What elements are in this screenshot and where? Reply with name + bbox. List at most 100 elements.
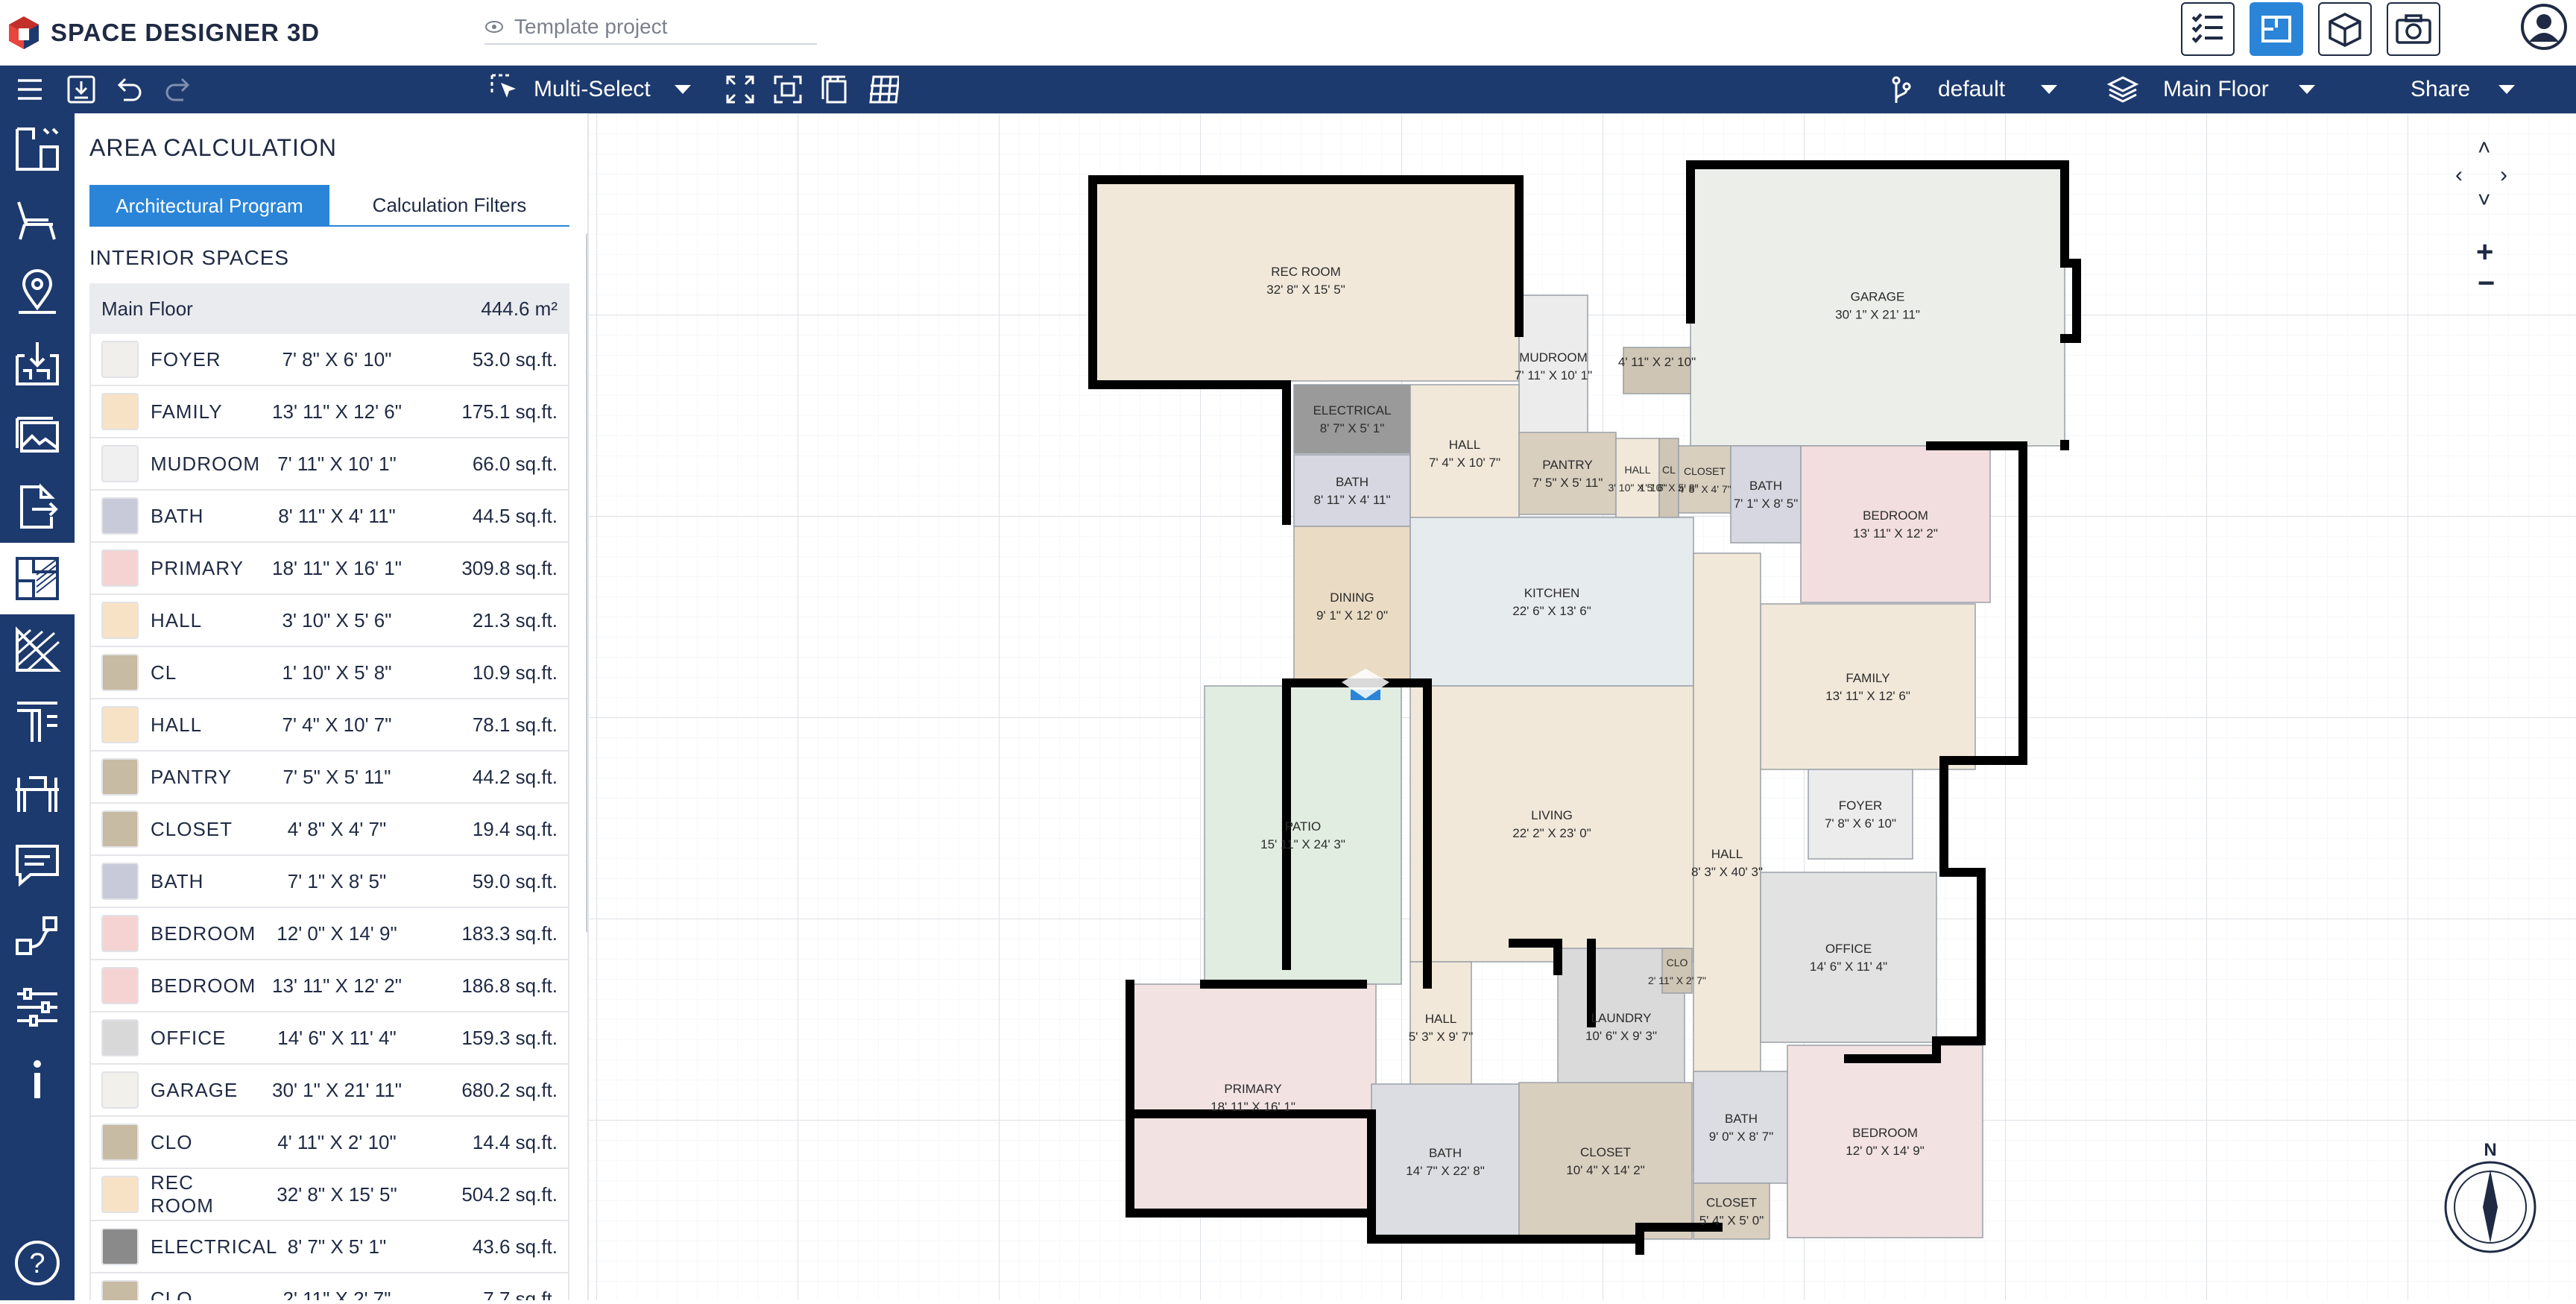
grid-toggle-button[interactable]	[868, 66, 899, 113]
rail-walls[interactable]	[0, 686, 75, 757]
room-color-swatch[interactable]	[101, 863, 139, 900]
room-row[interactable]: FAMILY 13' 11" X 12' 6" 175.1 sq.ft.	[89, 386, 569, 438]
pan-up-icon[interactable]: ˄	[2478, 136, 2491, 161]
app-logo[interactable]: SPACE DESIGNER 3D	[7, 13, 320, 52]
room-color-swatch[interactable]	[101, 1071, 139, 1109]
room-row[interactable]: BEDROOM 12' 0" X 14' 9" 183.3 sq.ft.	[89, 908, 569, 960]
rail-import[interactable]	[0, 328, 75, 400]
menu-button[interactable]	[15, 66, 45, 113]
plan-room[interactable]	[1787, 1045, 1983, 1238]
rail-floorplan[interactable]	[0, 113, 75, 185]
floorplan-drawing[interactable]: REC ROOM 32' 8" X 15' 5" GARAGE 30' 1" X 21…	[589, 113, 2576, 1300]
tab-calculation-filters[interactable]: Calculation Filters	[329, 185, 569, 227]
room-color-swatch[interactable]	[101, 445, 139, 482]
plan-room[interactable]	[1518, 294, 1588, 438]
snapshot-button[interactable]	[2387, 2, 2440, 56]
tab-architectural-program[interactable]: Architectural Program	[89, 185, 329, 227]
plan-room[interactable]	[1293, 454, 1411, 527]
room-row[interactable]: BATH 7' 1" X 8' 5" 59.0 sq.ft.	[89, 856, 569, 908]
plan-room[interactable]	[1760, 872, 1937, 1043]
floor-dropdown[interactable]: Main Floor	[2163, 66, 2315, 113]
plan-room[interactable]	[1693, 1071, 1790, 1184]
plan-room[interactable]	[1678, 445, 1731, 514]
plan-room[interactable]	[1800, 445, 1991, 603]
plan-room[interactable]	[1409, 384, 1520, 523]
checklist-button[interactable]	[2181, 2, 2235, 56]
rail-furniture[interactable]	[0, 185, 75, 256]
room-row[interactable]: GARAGE 30' 1" X 21' 11" 680.2 sq.ft.	[89, 1065, 569, 1117]
room-color-swatch[interactable]	[101, 1228, 139, 1265]
plan-room[interactable]	[1293, 526, 1411, 687]
rail-help[interactable]: ?	[0, 1227, 75, 1299]
room-color-swatch[interactable]	[101, 967, 139, 1004]
room-row[interactable]: MUDROOM 7' 11" X 10' 1" 66.0 sq.ft.	[89, 438, 569, 491]
pan-down-icon[interactable]: ˅	[2478, 188, 2491, 213]
room-color-swatch[interactable]	[101, 549, 139, 587]
room-row[interactable]: OFFICE 14' 6" X 11' 4" 159.3 sq.ft.	[89, 1012, 569, 1065]
plan-room[interactable]	[1658, 438, 1679, 518]
room-row[interactable]: FOYER 7' 8" X 6' 10" 53.0 sq.ft.	[89, 334, 569, 386]
room-color-swatch[interactable]	[101, 758, 139, 796]
room-row[interactable]: PRIMARY 18' 11" X 16' 1" 309.8 sq.ft.	[89, 543, 569, 595]
room-row[interactable]: CL 1' 10" X 5' 8" 10.9 sq.ft.	[89, 647, 569, 699]
room-row[interactable]: HALL 3' 10" X 5' 6" 21.3 sq.ft.	[89, 595, 569, 647]
floorplan-canvas[interactable]: REC ROOM 32' 8" X 15' 5" GARAGE 30' 1" X 21…	[589, 113, 2576, 1300]
room-row[interactable]: CLOSET 4' 8" X 4' 7" 19.4 sq.ft.	[89, 804, 569, 856]
room-color-swatch[interactable]	[101, 341, 139, 378]
room-row[interactable]: HALL 7' 4" X 10' 7" 78.1 sq.ft.	[89, 699, 569, 752]
zoom-out-icon[interactable]: −	[2478, 267, 2495, 300]
plan-room[interactable]	[1092, 179, 1520, 382]
plan-room[interactable]	[1808, 769, 1913, 860]
measure-button[interactable]	[820, 66, 851, 113]
room-color-swatch[interactable]	[101, 1280, 139, 1300]
zoom-in-icon[interactable]: +	[2476, 236, 2493, 269]
room-row[interactable]: CLO 2' 11" X 2' 7" 7.7 sq.ft.	[89, 1273, 569, 1300]
plan-room[interactable]	[1204, 685, 1402, 985]
rail-comments[interactable]	[0, 829, 75, 901]
room-color-swatch[interactable]	[101, 915, 139, 952]
room-color-swatch[interactable]	[101, 1124, 139, 1161]
room-color-swatch[interactable]	[101, 706, 139, 743]
plan-room[interactable]	[1518, 432, 1617, 515]
floor-summary-row[interactable]: Main Floor 444.6 m²	[89, 283, 569, 334]
plan-room[interactable]	[1409, 517, 1694, 687]
room-row[interactable]: BEDROOM 13' 11" X 12' 2" 186.8 sq.ft.	[89, 960, 569, 1012]
plan-room[interactable]	[1518, 1082, 1693, 1240]
project-name-field[interactable]: Template project	[484, 10, 817, 45]
plan-room[interactable]	[1371, 1083, 1520, 1240]
save-button[interactable]	[66, 66, 97, 113]
room-color-swatch[interactable]	[101, 497, 139, 535]
room-color-swatch[interactable]	[101, 1019, 139, 1056]
share-dropdown[interactable]: Share	[2411, 66, 2516, 113]
room-row[interactable]: CLO 4' 11" X 2' 10" 14.4 sq.ft.	[89, 1117, 569, 1169]
rail-info[interactable]	[0, 1044, 75, 1115]
rail-settings[interactable]	[0, 972, 75, 1044]
select-mode-dropdown[interactable]: Multi-Select	[489, 66, 691, 113]
room-row[interactable]: ELECTRICAL 8' 7" X 5' 1" 43.6 sq.ft.	[89, 1221, 569, 1273]
view-3d-button[interactable]	[2318, 2, 2372, 56]
plan-room[interactable]	[1690, 164, 2065, 447]
redo-button[interactable]	[164, 66, 194, 113]
undo-button[interactable]	[113, 66, 143, 113]
rail-export[interactable]	[0, 471, 75, 543]
plan-room[interactable]	[1730, 445, 1802, 544]
rail-area-calculation[interactable]	[0, 543, 75, 614]
rail-location[interactable]	[0, 256, 75, 328]
room-color-swatch[interactable]	[101, 602, 139, 639]
plan-room[interactable]	[1615, 438, 1660, 518]
plan-room[interactable]	[1409, 685, 1694, 963]
user-avatar-icon[interactable]	[2520, 3, 2568, 51]
rail-table[interactable]	[0, 757, 75, 829]
pan-left-icon[interactable]: ‹	[2455, 163, 2463, 188]
rail-gallery[interactable]	[0, 400, 75, 471]
pan-right-icon[interactable]: ›	[2500, 163, 2507, 188]
room-row[interactable]: BATH 8' 11" X 4' 11" 44.5 sq.ft.	[89, 491, 569, 543]
fit-view-button[interactable]	[724, 66, 756, 113]
room-color-swatch[interactable]	[101, 1176, 139, 1213]
room-row[interactable]: PANTRY 7' 5" X 5' 11" 44.2 sq.ft.	[89, 752, 569, 804]
zoom-selection-button[interactable]	[772, 66, 804, 113]
plan-room[interactable]	[1661, 948, 1693, 994]
version-dropdown[interactable]: default	[1938, 66, 2058, 113]
room-row[interactable]: REC ROOM 32' 8" X 15' 5" 504.2 sq.ft.	[89, 1169, 569, 1221]
plan-room[interactable]	[1129, 983, 1377, 1212]
